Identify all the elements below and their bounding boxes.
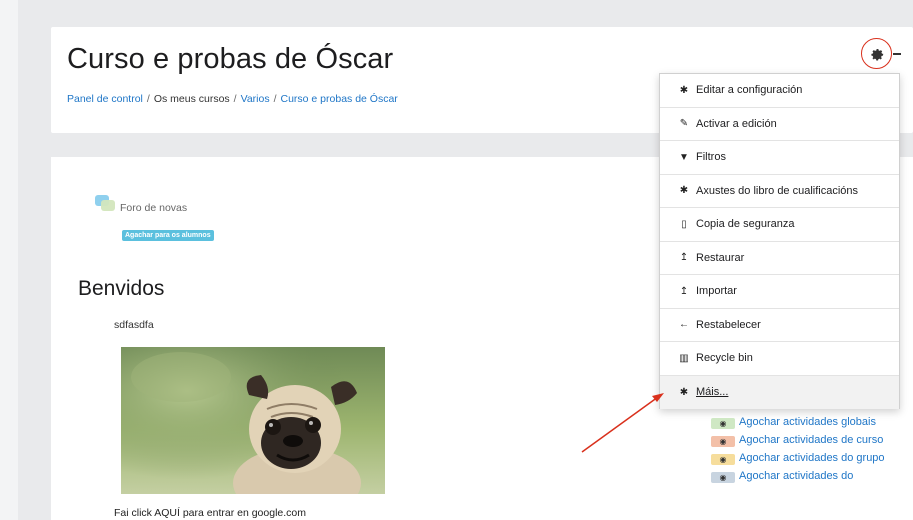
section-title: Benvidos (78, 277, 165, 300)
section-summary: sdfasdfa (114, 319, 154, 331)
eye-icon: ◉ (711, 436, 735, 447)
block-link-label: Agochar actividades do grupo (739, 452, 885, 464)
menu-item-label: Filtros (696, 151, 726, 164)
menu-item-label: Restabelecer (696, 318, 761, 331)
menu-item-backup[interactable]: ▯ Copia de seguranza (660, 208, 899, 242)
menu-item-more[interactable]: ✱ Máis... (660, 375, 899, 409)
dropdown-caret-icon (893, 53, 901, 55)
activity-visibility-block: ◉ Agochar actividades globais ◉ Agochar ac… (711, 413, 911, 485)
course-settings-gear-button[interactable] (861, 38, 892, 69)
course-settings-menu: ✱ Editar a configuración ✎ Activar a edi… (659, 73, 900, 409)
filter-icon: ▼ (679, 151, 689, 163)
breadcrumb-separator: / (273, 93, 277, 105)
breadcrumb-course[interactable]: Curso e probas de Óscar (281, 93, 398, 105)
eye-icon: ◉ (711, 454, 735, 465)
block-link-label: Agochar actividades de curso (739, 434, 884, 446)
hide-global-activities[interactable]: ◉ Agochar actividades globais (711, 413, 911, 431)
menu-item-label: Recycle bin (696, 352, 753, 365)
block-link-label: Agochar actividades do (739, 470, 854, 482)
menu-item-recycle-bin[interactable]: ▥ Recycle bin (660, 342, 899, 376)
gear-icon: ✱ (679, 84, 689, 96)
breadcrumb-dashboard[interactable]: Panel de control (67, 93, 143, 105)
arrow-left-icon: ← (679, 319, 689, 331)
menu-item-label: Importar (696, 285, 737, 298)
forum-icon (95, 195, 116, 212)
forum-link[interactable]: Foro de novas (120, 202, 187, 214)
upload-icon: ↥ (679, 285, 689, 297)
gear-icon (870, 48, 883, 61)
hidden-from-students-badge: Agachar para os alumnos (122, 230, 214, 241)
google-link-text[interactable]: Fai click AQUÍ para entrar en google.com (114, 507, 306, 519)
menu-item-restore[interactable]: ↥ Restaurar (660, 242, 899, 275)
pencil-icon: ✎ (679, 118, 689, 130)
menu-item-label: Máis... (696, 386, 729, 399)
menu-item-reset[interactable]: ← Restabelecer (660, 309, 899, 342)
menu-item-label: Activar a edición (696, 117, 777, 130)
menu-item-label: Editar a configuración (696, 84, 803, 97)
left-margin (0, 0, 18, 520)
menu-item-label: Copia de seguranza (696, 218, 795, 231)
hide-course-activities[interactable]: ◉ Agochar actividades de curso (711, 431, 911, 449)
eye-icon: ◉ (711, 472, 735, 483)
menu-item-label: Axustes do libro de cualificacións (696, 184, 859, 197)
trash-icon: ▥ (679, 352, 689, 364)
gear-icon: ✱ (679, 386, 689, 398)
menu-item-import[interactable]: ↥ Importar (660, 275, 899, 309)
hide-other-activities[interactable]: ◉ Agochar actividades do (711, 467, 911, 485)
breadcrumb: Panel de control / Os meus cursos / Vari… (67, 93, 398, 105)
breadcrumb-separator: / (146, 93, 150, 105)
menu-item-edit-settings[interactable]: ✱ Editar a configuración (660, 74, 899, 108)
file-icon: ▯ (681, 218, 687, 230)
gear-icon: ✱ (679, 185, 689, 197)
menu-item-turn-editing-on[interactable]: ✎ Activar a edición (660, 108, 899, 141)
page-title: Curso e probas de Óscar (67, 43, 394, 75)
breadcrumb-category[interactable]: Varios (241, 93, 270, 105)
breadcrumb-separator: / (233, 93, 237, 105)
block-link-label: Agochar actividades globais (739, 416, 876, 428)
hide-group-activities[interactable]: ◉ Agochar actividades do grupo (711, 449, 911, 467)
pug-image (121, 347, 385, 494)
eye-icon: ◉ (711, 418, 735, 429)
forum-activity[interactable]: Foro de novas (95, 193, 187, 214)
breadcrumb-my-courses[interactable]: Os meus cursos (154, 93, 230, 105)
menu-item-gradebook-setup[interactable]: ✱ Axustes do libro de cualificacións (660, 175, 899, 208)
upload-icon: ↥ (679, 252, 689, 264)
menu-item-label: Restaurar (696, 251, 745, 264)
menu-item-filters[interactable]: ▼ Filtros (660, 141, 899, 175)
